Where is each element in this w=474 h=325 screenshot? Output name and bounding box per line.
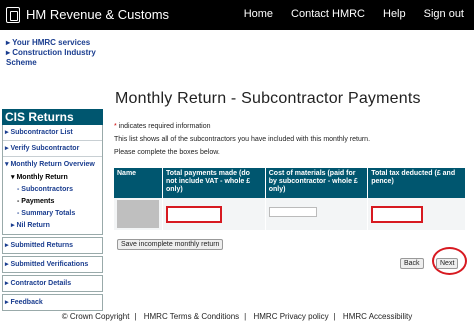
sidebar-item-verify-subcontractor[interactable]: ▸ Verify Subcontractor: [3, 140, 102, 156]
breadcrumb-your-services[interactable]: ▸ Your HMRC services: [6, 38, 106, 48]
sidebar-item-monthly-return-overview[interactable]: ▾ Monthly Return Overview: [3, 156, 102, 172]
crown-crest-icon: [6, 6, 20, 23]
tax-deducted-input[interactable]: [371, 205, 424, 223]
next-button[interactable]: Next: [436, 258, 459, 269]
footer-copyright: © Crown Copyright: [61, 312, 130, 321]
sidebar-box: ▸ Subcontractor List ▸ Verify Subcontrac…: [2, 125, 103, 235]
payments-table: Name Total payments made (do not include…: [114, 168, 466, 230]
sidebar-item-nil-return[interactable]: ▸ Nil Return: [3, 220, 102, 234]
sidebar-item-contractor-details[interactable]: ▸ Contractor Details: [2, 275, 103, 292]
cell-cost-materials: [265, 198, 369, 230]
col-header-tax-deducted: Total tax deducted (£ and pence): [367, 168, 466, 198]
intro-text: This list shows all of the subcontractor…: [114, 136, 371, 143]
breadcrumb-cis[interactable]: ▸ Construction Industry Scheme: [6, 48, 106, 68]
sidebar-item-subcontractor-list[interactable]: ▸ Subcontractor List: [3, 125, 102, 140]
sidebar-item-subcontractors[interactable]: - Subcontractors: [3, 184, 102, 196]
logo-text: HM Revenue & Customs: [26, 7, 170, 22]
nav-home-link[interactable]: Home: [244, 8, 273, 20]
table-row: [114, 198, 466, 230]
nav-contact-link[interactable]: Contact HMRC: [291, 8, 365, 20]
required-note-text: indicates required information: [116, 123, 211, 130]
sidebar-item-feedback[interactable]: ▸ Feedback: [2, 294, 103, 311]
page-title: Monthly Return - Subcontractor Payments: [115, 90, 421, 107]
cost-materials-input[interactable]: [268, 207, 317, 217]
sidebar-item-submitted-verifications[interactable]: ▸ Submitted Verifications: [2, 256, 103, 273]
site-footer: © Crown Copyright | HMRC Terms & Conditio…: [61, 312, 413, 321]
sidebar-item-submitted-returns[interactable]: ▸ Submitted Returns: [2, 237, 103, 254]
sidebar-item-payments: - Payments: [17, 198, 55, 205]
sidebar: CIS Returns ▸ Subcontractor List ▸ Verif…: [2, 109, 103, 313]
nav-help-link[interactable]: Help: [383, 8, 406, 20]
back-button[interactable]: Back: [400, 258, 424, 269]
cell-name: [114, 198, 163, 230]
required-note: * indicates required information: [114, 122, 466, 131]
total-payments-input[interactable]: [166, 205, 222, 223]
footer-privacy-link[interactable]: HMRC Privacy policy: [253, 312, 328, 321]
top-navigation: Home Contact HMRC Help Sign out: [226, 8, 464, 20]
save-incomplete-button[interactable]: Save incomplete monthly return: [117, 239, 224, 250]
cell-total-payments: [162, 198, 266, 230]
main-content: * indicates required information This li…: [114, 122, 466, 161]
col-header-total-payments: Total payments made (do not include VAT …: [162, 168, 266, 198]
nav-signout-link[interactable]: Sign out: [424, 8, 464, 20]
redacted-name: [117, 200, 159, 228]
footer-terms-link[interactable]: HMRC Terms & Conditions: [144, 312, 239, 321]
hmrc-logo[interactable]: HM Revenue & Customs: [6, 5, 169, 24]
footer-accessibility-link[interactable]: HMRC Accessibility: [343, 312, 412, 321]
sidebar-item-summary-totals[interactable]: - Summary Totals: [3, 208, 102, 220]
sidebar-item-monthly-return[interactable]: ▾ Monthly Return: [3, 172, 102, 184]
col-header-cost-materials: Cost of materials (paid for by subcontra…: [265, 168, 369, 198]
col-header-name: Name: [114, 168, 163, 198]
site-header: HM Revenue & Customs Home Contact HMRC H…: [0, 0, 474, 30]
cell-tax-deducted: [367, 198, 466, 230]
sidebar-heading: CIS Returns: [2, 109, 103, 125]
instruction-text: Please complete the boxes below.: [114, 149, 220, 156]
breadcrumb: ▸ Your HMRC services ▸ Construction Indu…: [6, 38, 106, 68]
table-header-row: Name Total payments made (do not include…: [114, 168, 466, 198]
